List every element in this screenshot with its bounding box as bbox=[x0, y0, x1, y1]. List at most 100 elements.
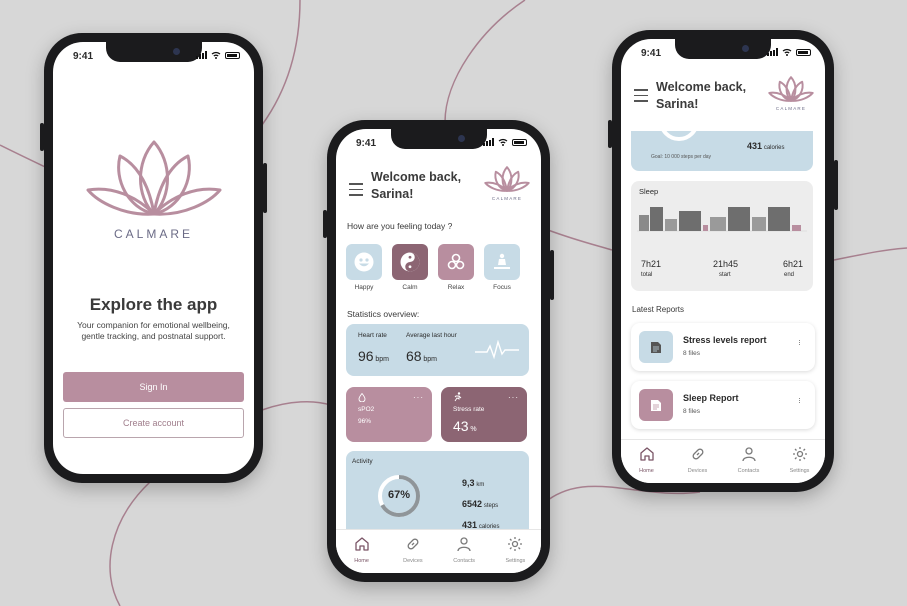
nav-home[interactable]: Home bbox=[342, 536, 382, 573]
document-icon bbox=[639, 331, 673, 363]
onboarding-title: Explore the app bbox=[89, 295, 218, 314]
smiley-icon bbox=[346, 244, 382, 280]
home-header: Welcome back, Sarina! CALMARE bbox=[336, 166, 541, 213]
feeling-question: How are you feeling today ? bbox=[347, 221, 453, 231]
heart-rate-value: 96 bbox=[358, 348, 374, 364]
gear-icon bbox=[792, 447, 807, 461]
nav-devices[interactable]: Devices bbox=[678, 446, 718, 483]
average-unit: bpm bbox=[423, 356, 438, 363]
home-icon bbox=[639, 447, 654, 461]
home-icon bbox=[354, 537, 369, 551]
mood-relax[interactable]: Relax bbox=[438, 244, 474, 291]
activity-card-scrolled[interactable]: Goal: 10 000 steps per day 431 calories bbox=[631, 121, 813, 171]
heart-rate-card[interactable]: Heart rate Average last hour 96 bpm 68 b… bbox=[346, 324, 529, 376]
nav-home-label: Home bbox=[639, 468, 654, 474]
nav-settings-label: Settings bbox=[789, 468, 810, 474]
create-account-button[interactable]: Create account bbox=[63, 408, 244, 438]
mood-happy[interactable]: Happy bbox=[346, 244, 382, 291]
sleep-start-label: start bbox=[719, 272, 731, 278]
latest-reports-title: Latest Reports bbox=[632, 305, 685, 314]
status-time: 9:41 bbox=[641, 48, 662, 59]
lotus-logo-icon bbox=[484, 166, 530, 192]
sleep-bar bbox=[650, 207, 663, 231]
signal-icon bbox=[196, 51, 207, 59]
menu-icon[interactable] bbox=[634, 89, 648, 106]
sleep-end-label: end bbox=[784, 272, 795, 278]
report-subtitle: 8 files bbox=[683, 408, 700, 415]
spo2-card[interactable]: ··· sPO2 96% bbox=[346, 387, 432, 442]
heartbeat-line-icon bbox=[475, 340, 519, 360]
sleep-bar bbox=[792, 225, 801, 231]
sleep-bar bbox=[728, 207, 750, 231]
more-options-icon[interactable]: ··· bbox=[508, 393, 519, 402]
sleep-bar bbox=[710, 217, 726, 231]
sleep-total-value: 7h21 bbox=[641, 259, 662, 269]
nav-contacts[interactable]: Contacts bbox=[729, 446, 769, 483]
more-options-icon[interactable]: ··· bbox=[795, 397, 805, 403]
battery-icon bbox=[796, 48, 811, 56]
sleep-bar bbox=[665, 219, 677, 231]
status-time: 9:41 bbox=[73, 51, 94, 62]
nav-settings[interactable]: Settings bbox=[780, 446, 820, 483]
phone-onboarding: 9:41 CALMARE Explore the app Your compan… bbox=[40, 33, 267, 483]
spo2-value: 96% bbox=[358, 418, 372, 425]
header-brand-name: CALMARE bbox=[775, 106, 807, 111]
mood-label: Calm bbox=[402, 284, 418, 291]
welcome-line-1: Welcome back, bbox=[656, 80, 747, 94]
sleep-bar bbox=[768, 207, 790, 231]
nav-home-label: Home bbox=[354, 558, 369, 564]
spiral-icon bbox=[438, 244, 474, 280]
mood-calm[interactable]: Calm bbox=[392, 244, 428, 291]
report-title: Sleep Report bbox=[683, 393, 739, 403]
report-title: Stress levels report bbox=[683, 335, 767, 345]
nav-contacts-label: Contacts bbox=[453, 558, 475, 564]
calories-value: 431 bbox=[747, 141, 763, 151]
sleep-card[interactable]: Sleep 7h21 total 21h45 start 6h21 end bbox=[631, 181, 813, 291]
mood-focus[interactable]: Focus bbox=[484, 244, 520, 291]
sleep-start-value: 21h45 bbox=[713, 259, 739, 269]
activity-percent: 67% bbox=[387, 489, 411, 501]
stress-label: Stress rate bbox=[453, 406, 485, 413]
sleep-stage-chart bbox=[637, 207, 807, 232]
sleep-total-label: total bbox=[641, 272, 653, 278]
battery-icon bbox=[512, 138, 527, 146]
nav-settings[interactable]: Settings bbox=[495, 536, 535, 573]
spo2-label: sPO2 bbox=[358, 406, 375, 413]
distance-row: 9,3 km bbox=[462, 478, 484, 488]
header-logo: CALMARE bbox=[767, 75, 815, 111]
nav-devices[interactable]: Devices bbox=[393, 536, 433, 573]
onboarding-description: Your companion for emotional wellbeing, … bbox=[77, 320, 230, 342]
stress-card[interactable]: ··· Stress rate 43 % bbox=[441, 387, 527, 442]
report-card-sleep[interactable]: Sleep Report 8 files ··· bbox=[631, 381, 815, 429]
link-icon bbox=[407, 538, 419, 550]
nav-devices-label: Devices bbox=[403, 558, 423, 564]
menu-icon[interactable] bbox=[349, 183, 363, 200]
nav-settings-label: Settings bbox=[505, 558, 526, 564]
nav-home[interactable]: Home bbox=[627, 446, 667, 483]
status-bar: 9:41 bbox=[336, 138, 541, 152]
sign-in-button[interactable]: Sign In bbox=[63, 372, 244, 402]
header-brand-name: CALMARE bbox=[491, 196, 523, 201]
distance-unit: km bbox=[476, 482, 485, 488]
lotus-logo-icon bbox=[768, 76, 814, 102]
mood-label: Focus bbox=[493, 284, 511, 291]
more-options-icon[interactable]: ··· bbox=[413, 393, 424, 402]
header-logo: CALMARE bbox=[483, 165, 531, 201]
battery-icon bbox=[225, 51, 240, 59]
welcome-text: Welcome back, Sarina! bbox=[371, 169, 461, 203]
more-options-icon[interactable]: ··· bbox=[795, 339, 805, 345]
phone-home: 9:41 Welcome back, Sarina! CALMARE How a… bbox=[323, 120, 554, 582]
nav-contacts[interactable]: Contacts bbox=[444, 536, 484, 573]
heart-rate-reading: 96 bpm bbox=[358, 348, 389, 364]
steps-unit: steps bbox=[483, 503, 499, 509]
sleep-bar bbox=[752, 217, 766, 231]
signal-icon bbox=[483, 138, 494, 146]
heart-rate-label: Heart rate bbox=[358, 332, 387, 339]
bottom-nav: Home Devices Contacts Settings bbox=[621, 439, 825, 483]
report-card-stress[interactable]: Stress levels report 8 files ··· bbox=[631, 323, 815, 371]
bottom-nav: Home Devices Contacts Settings bbox=[336, 529, 541, 573]
report-subtitle: 8 files bbox=[683, 350, 700, 357]
mood-label: Relax bbox=[447, 284, 465, 291]
brand-name: CALMARE bbox=[113, 227, 193, 241]
signal-icon bbox=[767, 48, 778, 56]
